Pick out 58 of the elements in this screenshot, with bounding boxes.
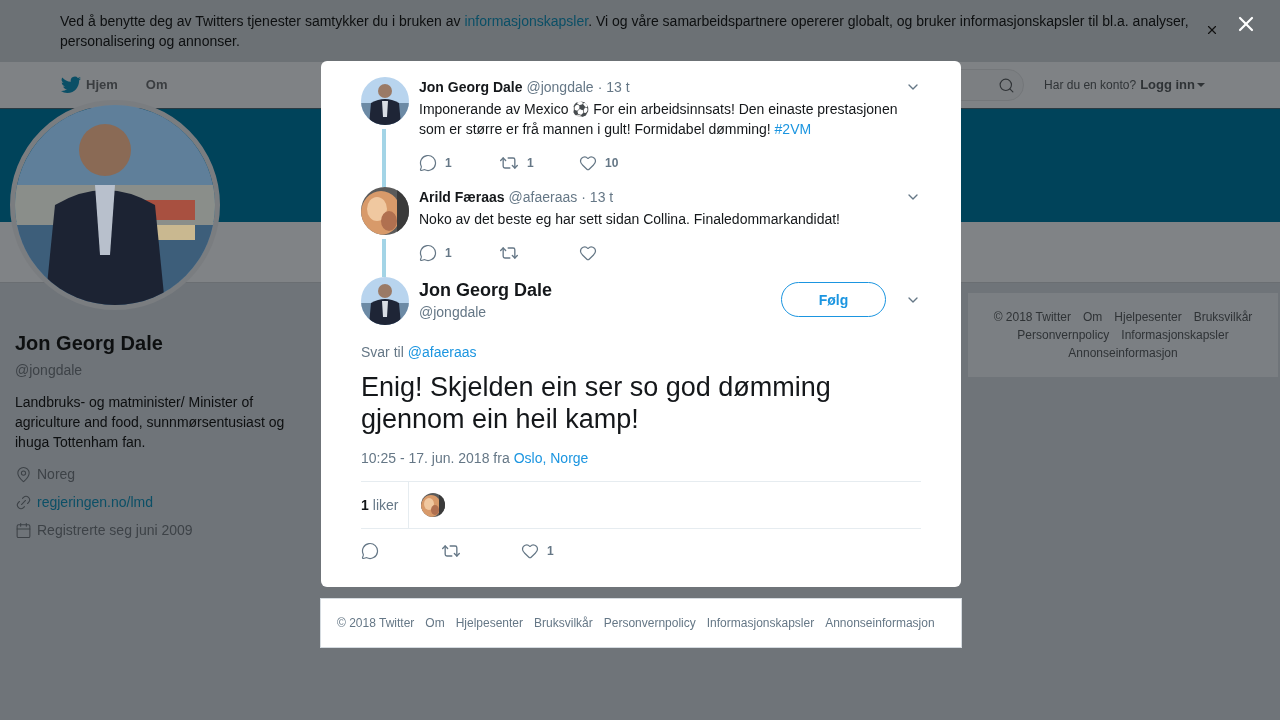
footer-link[interactable]: Personvernpolicy: [603, 615, 696, 631]
tweet-author: Arild Færaas: [419, 188, 505, 207]
retweet-button[interactable]: 1: [499, 151, 579, 175]
footer-link[interactable]: Informasjonskapsler: [1121, 327, 1229, 343]
reply-to-label: Svar til: [361, 343, 404, 362]
footer-link[interactable]: Bruksvilkår: [534, 615, 593, 631]
footer-link[interactable]: Personvernpolicy: [1017, 327, 1110, 343]
footer-link[interactable]: © 2018 Twitter: [337, 615, 415, 631]
tweet-time: · 13 t: [581, 188, 614, 207]
profile-link[interactable]: regjeringen.no/lmd: [37, 492, 153, 512]
tweet-author: Jon Georg Dale: [419, 78, 523, 97]
profile-bio: Landbruks- og matminister/ Minister of agriculture and food, sunnmørsentusiast og ihuga Tottenham fan.: [15, 393, 286, 452]
reply-icon: [361, 542, 379, 560]
footer-link[interactable]: Hjelpesenter: [455, 615, 524, 631]
footer-link[interactable]: © 2018 Twitter: [993, 309, 1071, 325]
login-link[interactable]: Logg inn: [1140, 75, 1205, 95]
cookie-notice: Ved å benytte deg av Twitters tjenester samtykker du i bruken av informasjonskapsler. Vi og våre samarbeidspartnere opererer globalt, og bruker informasjonskapsler til bl.a. analyser, personalisering og annonser.: [60, 12, 1190, 51]
main-tweet-text: Enig! Skjelden ein ser so god dømming gjennom ein heil kamp!: [361, 371, 832, 435]
footer-link[interactable]: Om: [1082, 309, 1103, 325]
tweet-text: Imponerande av Mexico ⚽ For ein arbeidsinnsats! Den einaste prestasjonen som er større er frå mannen i gult! Formidabel dømming! #2VM: [419, 100, 899, 139]
footer-link[interactable]: Annonseinformasjon: [825, 615, 935, 631]
mention-link[interactable]: @afaeraas: [407, 342, 477, 362]
login-prompt: Har du en konto?: [1044, 77, 1137, 93]
cookie-link[interactable]: informasjonskapsler: [464, 13, 589, 29]
footer-link[interactable]: Om: [425, 615, 445, 631]
footer-link[interactable]: Hjelpesenter: [1114, 309, 1182, 325]
heart-icon: [521, 542, 539, 560]
calendar-icon: [15, 521, 32, 539]
tweet-handle: @jongdale: [419, 303, 488, 322]
tweet-timestamp: 10:25 - 17. jun. 2018 fra: [361, 449, 510, 468]
hashtag-link[interactable]: #2VM: [774, 121, 812, 137]
reply-button[interactable]: 1: [419, 241, 499, 265]
footer-link[interactable]: Annonseinformasjon: [1068, 345, 1178, 361]
caret-icon: [1197, 83, 1205, 87]
likes-count: 1: [361, 496, 369, 515]
footer-link[interactable]: Informasjonskapsler: [706, 615, 815, 631]
nav-link[interactable]: Om: [145, 75, 168, 95]
reply-button[interactable]: 1: [419, 151, 499, 175]
nav-link[interactable]: Hjem: [60, 74, 118, 96]
profile-name: Jon Georg Dale: [15, 331, 164, 356]
heart-icon: [579, 244, 597, 262]
like-button[interactable]: 1: [521, 539, 601, 563]
heart-icon: [579, 154, 597, 172]
tweet-time: · 13 t: [597, 78, 630, 97]
reply-icon: [419, 244, 437, 262]
tweet-handle: @jongdale: [526, 78, 594, 97]
tweet-text: Noko av det beste eg har sett sidan Collina. Finaledommarkandidat!: [419, 210, 841, 229]
like-button[interactable]: 10: [579, 151, 659, 175]
bird-icon: [60, 74, 82, 96]
likes-label: liker: [372, 496, 399, 515]
location-icon: [15, 465, 32, 483]
reply-icon: [419, 154, 437, 172]
footer-link[interactable]: Bruksvilkår: [1193, 309, 1253, 325]
tweet-handle: @afaeraas: [508, 188, 578, 207]
search-icon: [998, 76, 1016, 94]
place-link[interactable]: Oslo, Norge: [513, 448, 589, 468]
tweet-author: Jon Georg Dale: [419, 279, 553, 302]
close-button[interactable]: [1205, 23, 1219, 37]
